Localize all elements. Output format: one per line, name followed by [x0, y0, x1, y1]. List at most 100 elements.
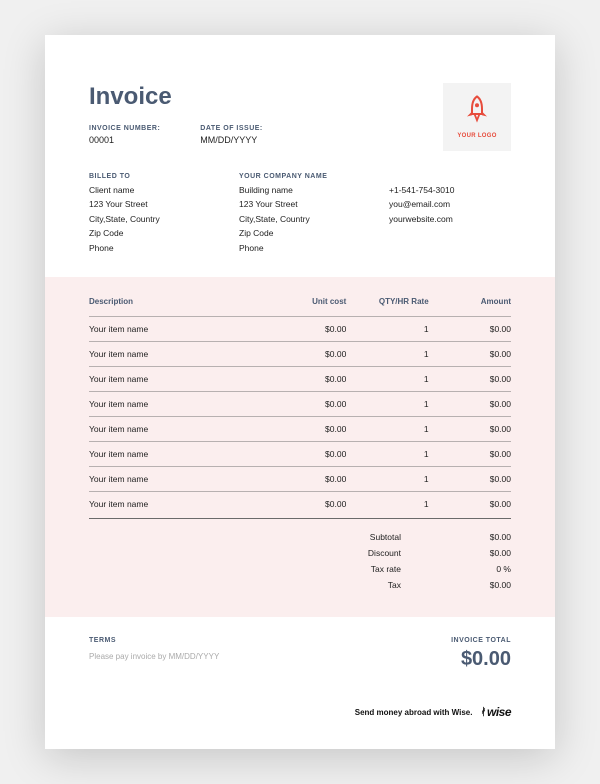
company-lines: Building name123 Your StreetCity,State, …: [239, 183, 349, 255]
total-row: Subtotal$0.00: [89, 529, 511, 545]
address-line: Zip Code: [89, 226, 199, 240]
total-label: Tax: [89, 580, 461, 590]
flag-icon: ᚯ: [480, 707, 486, 718]
brand-logo: ᚯwise: [480, 705, 511, 719]
parties-row: BILLED TO Client name123 Your StreetCity…: [89, 173, 511, 255]
cell-qty: 1: [346, 374, 428, 384]
address-line: you@email.com: [389, 197, 511, 211]
item-row: Your item name$0.001$0.00: [89, 441, 511, 466]
cell-description: Your item name: [89, 449, 264, 459]
terms-block: TERMS Please pay invoice by MM/DD/YYYY: [89, 637, 219, 661]
address-line: Zip Code: [239, 226, 349, 240]
total-label: Subtotal: [89, 532, 461, 542]
total-value: $0.00: [461, 580, 511, 590]
th-unit-cost: Unit cost: [264, 297, 346, 306]
cell-amount: $0.00: [429, 499, 511, 509]
cell-description: Your item name: [89, 399, 264, 409]
cell-unit-cost: $0.00: [264, 324, 346, 334]
company-label: YOUR COMPANY NAME: [239, 173, 349, 180]
totals-block: Subtotal$0.00Discount$0.00Tax rate0 %Tax…: [89, 529, 511, 593]
cell-description: Your item name: [89, 374, 264, 384]
invoice-total-block: INVOICE TOTAL $0.00: [451, 637, 511, 671]
address-line: Building name: [239, 183, 349, 197]
address-line: Phone: [239, 241, 349, 255]
cell-unit-cost: $0.00: [264, 449, 346, 459]
company-block: YOUR COMPANY NAME Building name123 Your …: [239, 173, 349, 255]
items-divider: [89, 518, 511, 519]
cell-qty: 1: [346, 324, 428, 334]
item-row: Your item name$0.001$0.00: [89, 391, 511, 416]
logo-text: YOUR LOGO: [457, 133, 496, 139]
invoice-title: Invoice: [89, 83, 263, 111]
invoice-total-value: $0.00: [451, 648, 511, 671]
item-row: Your item name$0.001$0.00: [89, 416, 511, 441]
th-qty-rate: QTY/HR Rate: [346, 297, 428, 306]
cell-amount: $0.00: [429, 474, 511, 484]
total-value: $0.00: [461, 548, 511, 558]
address-line: Phone: [89, 241, 199, 255]
cell-amount: $0.00: [429, 324, 511, 334]
cell-qty: 1: [346, 449, 428, 459]
contact-block: +1-541-754-3010you@email.comyourwebsite.…: [389, 173, 511, 255]
address-line: Client name: [89, 183, 199, 197]
total-value: 0 %: [461, 564, 511, 574]
cell-qty: 1: [346, 399, 428, 409]
cell-amount: $0.00: [429, 449, 511, 459]
total-row: Tax rate0 %: [89, 561, 511, 577]
billed-to-label: BILLED TO: [89, 173, 199, 180]
header: Invoice INVOICE NUMBER: 00001 DATE OF IS…: [89, 83, 511, 151]
cell-amount: $0.00: [429, 399, 511, 409]
cell-qty: 1: [346, 499, 428, 509]
brand-tagline: Send money abroad with Wise.: [355, 708, 473, 717]
total-label: Tax rate: [89, 564, 461, 574]
th-amount: Amount: [429, 297, 511, 306]
invoice-number-block: INVOICE NUMBER: 00001: [89, 125, 160, 145]
cell-unit-cost: $0.00: [264, 499, 346, 509]
item-row: Your item name$0.001$0.00: [89, 491, 511, 516]
issue-date-label: DATE OF ISSUE:: [200, 125, 262, 132]
address-line: 123 Your Street: [239, 197, 349, 211]
invoice-number-value: 00001: [89, 135, 160, 145]
logo-placeholder: YOUR LOGO: [443, 83, 511, 151]
billed-to-block: BILLED TO Client name123 Your StreetCity…: [89, 173, 199, 255]
address-line: +1-541-754-3010: [389, 183, 511, 197]
items-header: Description Unit cost QTY/HR Rate Amount: [89, 297, 511, 316]
meta-row: INVOICE NUMBER: 00001 DATE OF ISSUE: MM/…: [89, 125, 263, 145]
th-description: Description: [89, 297, 264, 306]
address-line: 123 Your Street: [89, 197, 199, 211]
cell-description: Your item name: [89, 474, 264, 484]
item-row: Your item name$0.001$0.00: [89, 316, 511, 341]
contact-lines: +1-541-754-3010you@email.comyourwebsite.…: [389, 183, 511, 226]
terms-label: TERMS: [89, 637, 219, 644]
cell-unit-cost: $0.00: [264, 474, 346, 484]
cell-unit-cost: $0.00: [264, 374, 346, 384]
billed-to-lines: Client name123 Your StreetCity,State, Co…: [89, 183, 199, 255]
total-row: Tax$0.00: [89, 577, 511, 593]
cell-qty: 1: [346, 349, 428, 359]
cell-description: Your item name: [89, 424, 264, 434]
cell-description: Your item name: [89, 499, 264, 509]
brand-row: Send money abroad with Wise. ᚯwise: [89, 705, 511, 719]
cell-unit-cost: $0.00: [264, 349, 346, 359]
total-label: Discount: [89, 548, 461, 558]
item-row: Your item name$0.001$0.00: [89, 466, 511, 491]
brand-name-text: wise: [487, 705, 511, 719]
items-body: Your item name$0.001$0.00Your item name$…: [89, 316, 511, 516]
invoice-number-label: INVOICE NUMBER:: [89, 125, 160, 132]
items-section: Description Unit cost QTY/HR Rate Amount…: [45, 277, 555, 617]
total-value: $0.00: [461, 532, 511, 542]
cell-amount: $0.00: [429, 424, 511, 434]
item-row: Your item name$0.001$0.00: [89, 366, 511, 391]
terms-text: Please pay invoice by MM/DD/YYYY: [89, 652, 219, 661]
rocket-icon: [462, 94, 492, 129]
header-left: Invoice INVOICE NUMBER: 00001 DATE OF IS…: [89, 83, 263, 145]
address-line: City,State, Country: [89, 212, 199, 226]
cell-qty: 1: [346, 474, 428, 484]
issue-date-value: MM/DD/YYYY: [200, 135, 262, 145]
cell-amount: $0.00: [429, 349, 511, 359]
invoice-total-label: INVOICE TOTAL: [451, 637, 511, 644]
cell-qty: 1: [346, 424, 428, 434]
issue-date-block: DATE OF ISSUE: MM/DD/YYYY: [200, 125, 262, 145]
contact-spacer: [389, 173, 511, 180]
cell-description: Your item name: [89, 349, 264, 359]
